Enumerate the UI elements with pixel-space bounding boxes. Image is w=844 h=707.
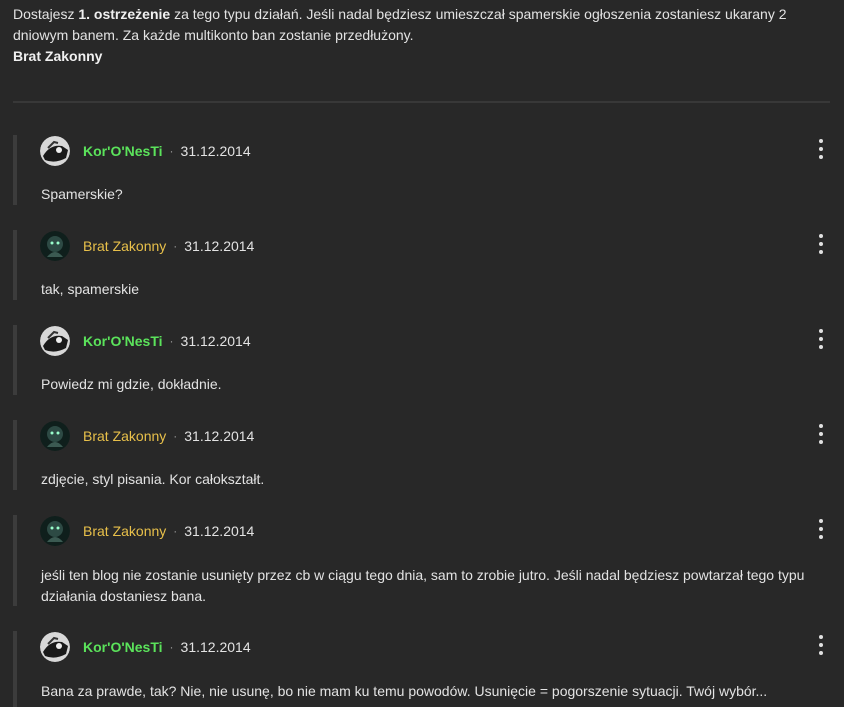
comment-date: 31.12.2014 [184,428,255,444]
comment-header: Brat Zakonny · 31.12.2014 [40,420,254,452]
avatar[interactable] [40,326,70,356]
warning-text-start: Dostajesz [13,6,79,22]
comment: Brat Zakonny · 31.12.2014 jeśli ten blog… [13,515,830,606]
meta-separator: · [169,640,174,654]
comment: Kor'O'NesTi · 31.12.2014 Spamerskie? [13,135,830,205]
comment-header: Kor'O'NesTi · 31.12.2014 [40,631,251,663]
comment-header: Brat Zakonny · 31.12.2014 [40,230,254,262]
comment-text: Bana za prawde, tak? Nie, nie usunę, bo … [41,683,768,699]
thread-bar [13,135,17,205]
more-vertical-icon[interactable] [816,635,826,655]
meta-separator: · [173,429,178,443]
thread-bar [13,230,17,300]
comment: Brat Zakonny · 31.12.2014 zdjęcie, styl … [13,420,830,490]
comment-text: Powiedz mi gdzie, dokładnie. [41,376,222,392]
more-vertical-icon[interactable] [816,424,826,444]
meta-separator: · [169,144,174,158]
comment-header: Brat Zakonny · 31.12.2014 [40,515,254,547]
thread-bar [13,325,17,395]
avatar[interactable] [40,516,70,546]
avatar[interactable] [40,421,70,451]
comment-date: 31.12.2014 [180,639,251,655]
comment-author[interactable]: Brat Zakonny [83,523,166,539]
avatar[interactable] [40,632,70,662]
warning-level: 1. ostrzeżenie [78,6,171,22]
comment: Kor'O'NesTi · 31.12.2014 Powiedz mi gdzi… [13,325,830,395]
comment-author[interactable]: Kor'O'NesTi [83,143,163,159]
section-divider [13,101,830,103]
comment-text: Spamerskie? [41,186,123,202]
more-vertical-icon[interactable] [816,234,826,254]
comment-author[interactable]: Brat Zakonny [83,428,166,444]
comment-date: 31.12.2014 [184,523,255,539]
avatar[interactable] [40,136,70,166]
meta-separator: · [169,334,174,348]
comment-author[interactable]: Brat Zakonny [83,238,166,254]
more-vertical-icon[interactable] [816,329,826,349]
comment-author[interactable]: Kor'O'NesTi [83,333,163,349]
more-vertical-icon[interactable] [816,139,826,159]
comment: Kor'O'NesTi · 31.12.2014 Bana za prawde,… [13,631,830,707]
comment: Brat Zakonny · 31.12.2014 tak, spamerski… [13,230,830,300]
comment-date: 31.12.2014 [180,143,251,159]
comment-text: jeśli ten blog nie zostanie usunięty prz… [41,567,805,604]
comment-date: 31.12.2014 [184,238,255,254]
comment-header: Kor'O'NesTi · 31.12.2014 [40,135,251,167]
meta-separator: · [173,524,178,538]
comment-text: zdjęcie, styl pisania. Kor całokształt. [41,471,265,487]
thread-bar [13,515,17,606]
comment-author[interactable]: Kor'O'NesTi [83,639,163,655]
more-vertical-icon[interactable] [816,519,826,539]
warning-message: Dostajesz 1. ostrzeżenie za tego typu dz… [13,4,813,67]
comment-date: 31.12.2014 [180,333,251,349]
comment-text: tak, spamerskie [41,281,140,297]
comment-header: Kor'O'NesTi · 31.12.2014 [40,325,251,357]
warning-signature: Brat Zakonny [13,48,103,64]
avatar[interactable] [40,231,70,261]
thread-bar [13,420,17,490]
meta-separator: · [173,239,178,253]
thread-bar [13,631,17,707]
